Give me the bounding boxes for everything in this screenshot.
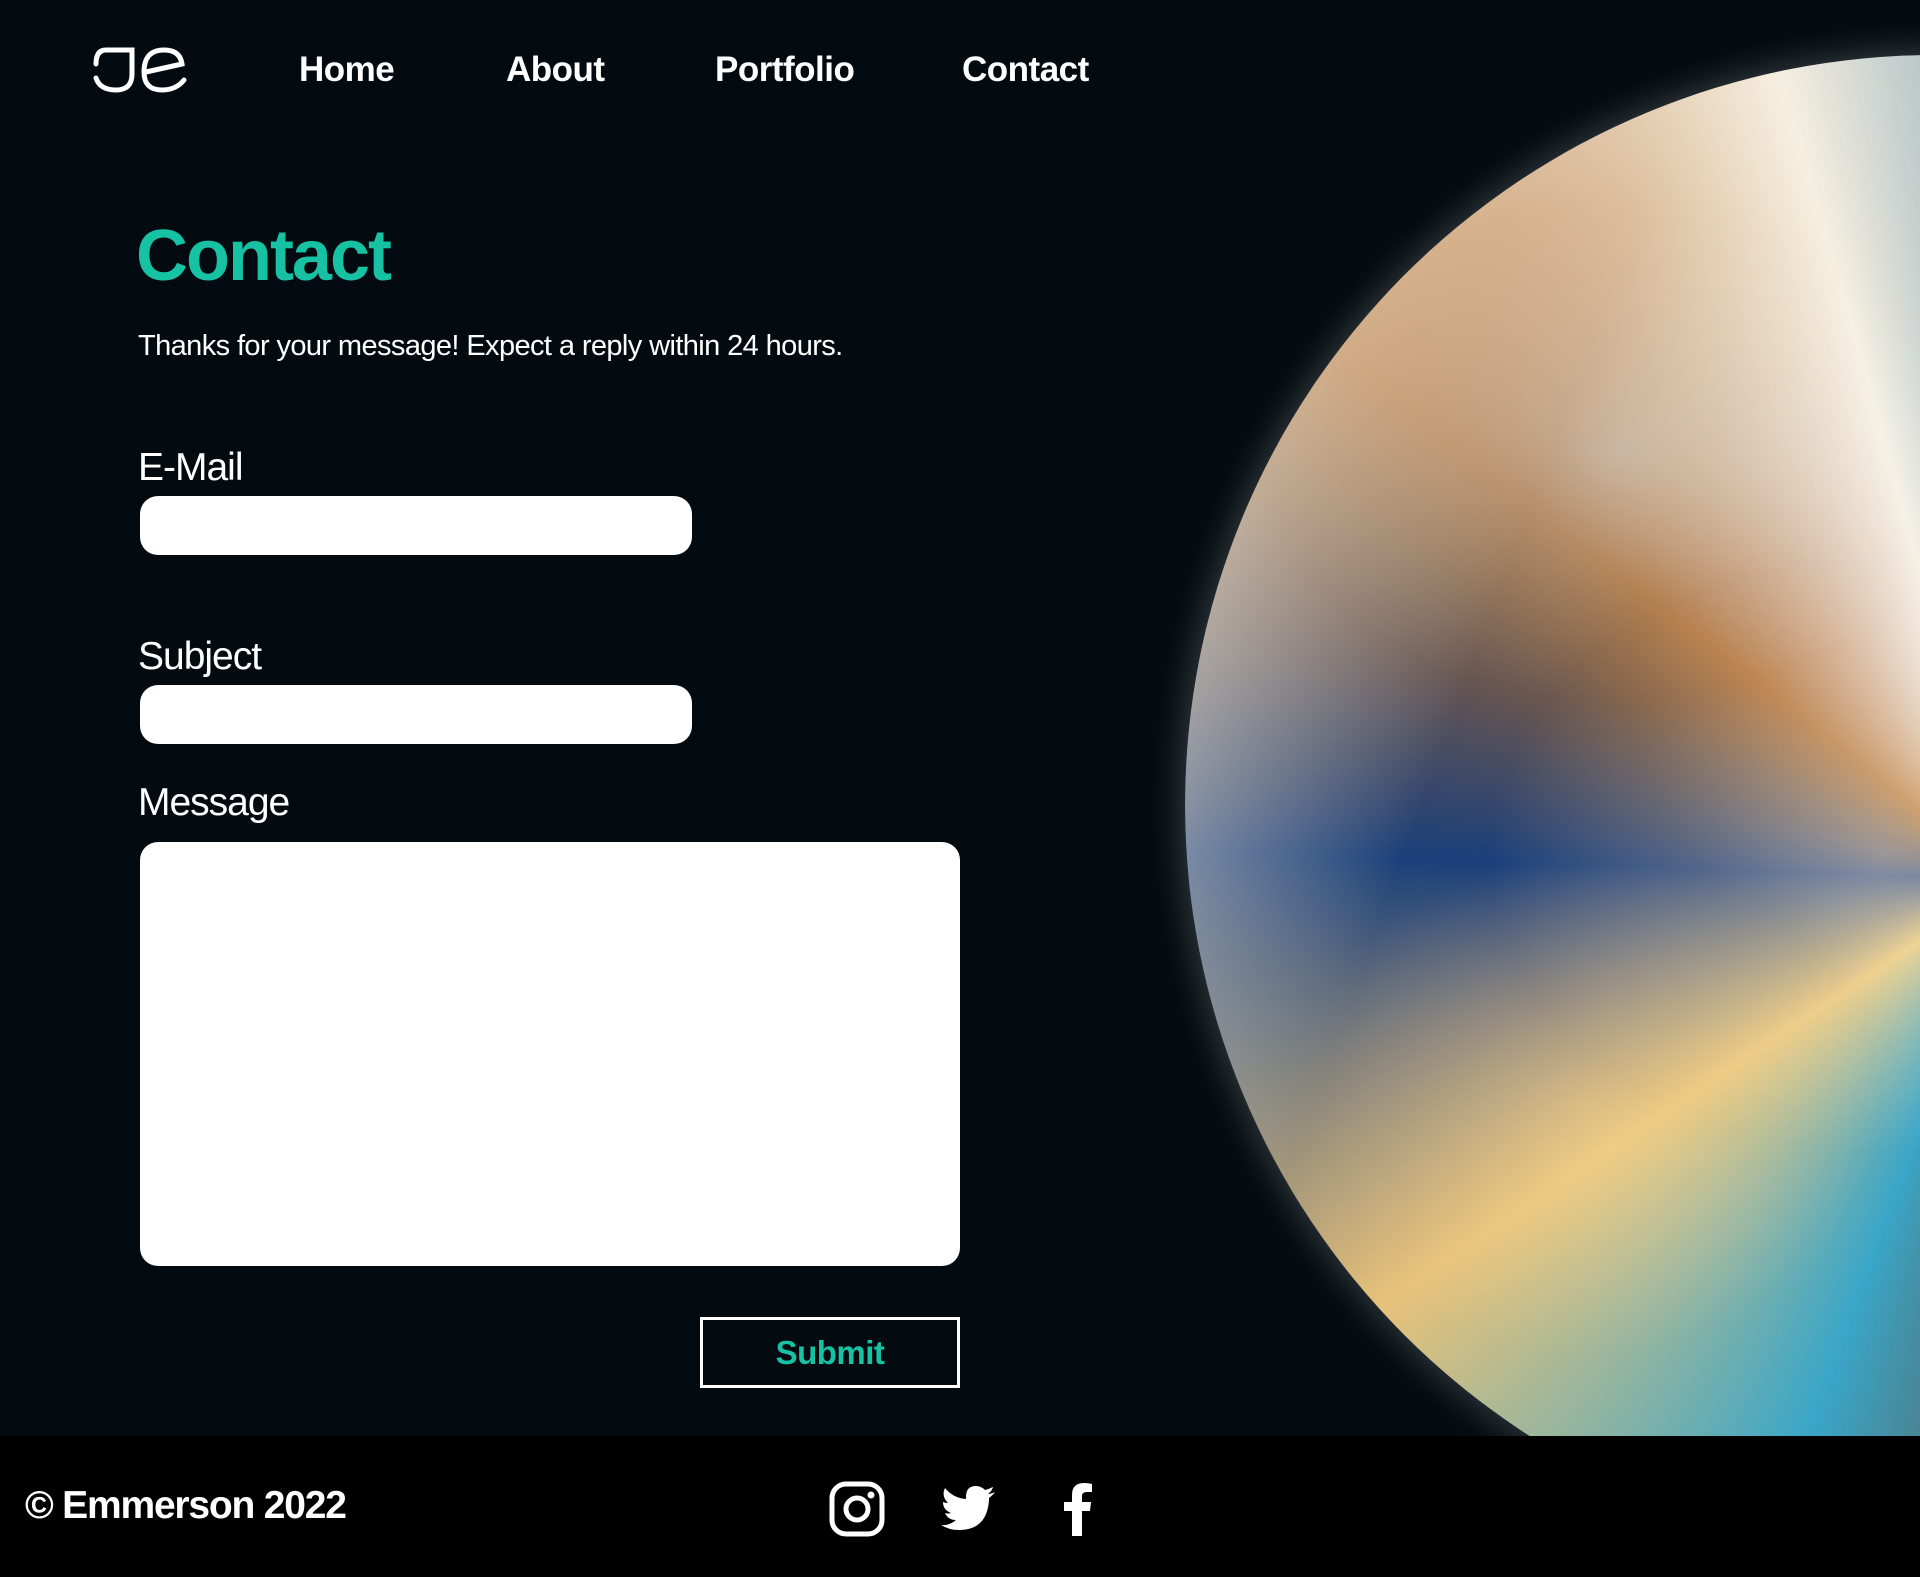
top-nav: Home About Portfolio Contact [0, 0, 1920, 140]
footer: © Emmerson 2022 [0, 1436, 1920, 1577]
nav-contact[interactable]: Contact [962, 46, 1089, 94]
message-label: Message [138, 781, 290, 824]
twitter-icon[interactable] [939, 1480, 997, 1538]
instagram-icon[interactable] [828, 1480, 886, 1538]
confirmation-message: Thanks for your message! Expect a reply … [138, 330, 843, 362]
email-label: E-Mail [138, 446, 244, 489]
logo-icon[interactable] [92, 46, 188, 94]
message-field[interactable] [140, 842, 960, 1266]
copyright-text: © Emmerson 2022 [25, 1484, 347, 1527]
nav-portfolio[interactable]: Portfolio [715, 46, 855, 94]
subject-field[interactable] [140, 685, 692, 744]
main-area: Home About Portfolio Contact Contact Tha… [0, 0, 1920, 1436]
planet-image [1185, 55, 1920, 1436]
page: Home About Portfolio Contact Contact Tha… [0, 0, 1920, 1577]
email-field[interactable] [140, 496, 692, 555]
page-title: Contact [136, 216, 392, 296]
submit-button[interactable]: Submit [700, 1317, 960, 1388]
nav-home[interactable]: Home [299, 46, 395, 94]
facebook-icon[interactable] [1050, 1480, 1108, 1538]
subject-label: Subject [138, 635, 262, 678]
nav-about[interactable]: About [506, 46, 605, 94]
